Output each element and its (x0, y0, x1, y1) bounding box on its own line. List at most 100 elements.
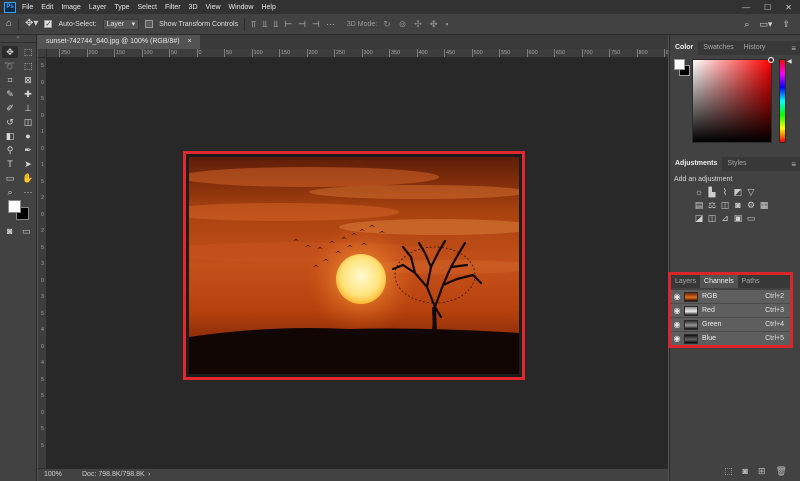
brightness-contrast-icon[interactable]: ☼ (694, 187, 704, 197)
tab-history[interactable]: History (739, 41, 771, 55)
exposure-icon[interactable]: ◩ (733, 187, 743, 197)
workspace-icon[interactable]: ▭▾ (759, 19, 772, 30)
align-right-icon[interactable]: ⊣ (312, 19, 320, 30)
new-channel-icon[interactable]: ⊞ (758, 466, 766, 477)
home-icon[interactable]: ⌂ (6, 19, 12, 29)
eraser-tool-icon[interactable]: ◫ (20, 116, 36, 128)
toolbar-grip[interactable]: » (0, 35, 36, 43)
3d-roll-icon[interactable]: ⊚ (399, 19, 407, 30)
auto-select-checkbox[interactable] (44, 20, 53, 28)
maximize-button[interactable]: ☐ (764, 3, 771, 12)
hue-slider-handle-icon[interactable]: ◀ (787, 58, 792, 65)
horizontal-ruler[interactable]: 250 200 150 100 50 0 50 100 150 200 250 300 350 400 45… (47, 49, 668, 58)
panel-menu-icon[interactable]: ≡ (791, 160, 796, 169)
search-icon[interactable]: ⌕ (744, 19, 749, 30)
align-hcenter-icon[interactable]: ⊣ (298, 19, 306, 30)
zoom-tool-icon[interactable]: ⌕ (2, 186, 18, 198)
menu-file[interactable]: File (22, 4, 33, 11)
color-picker-field[interactable] (692, 59, 772, 143)
menu-3d[interactable]: 3D (189, 4, 198, 11)
frame-tool-icon[interactable]: ⊠ (20, 74, 36, 86)
align-bottom-icon[interactable]: ⫫ (273, 19, 278, 30)
zoom-level[interactable]: 100% (44, 469, 62, 481)
align-left-icon[interactable]: ⊢ (284, 19, 292, 30)
type-tool-icon[interactable]: T (2, 158, 18, 170)
menu-layer[interactable]: Layer (89, 4, 107, 11)
panel-menu-icon[interactable]: ≡ (791, 44, 796, 53)
posterize-icon[interactable]: ◫ (707, 213, 717, 223)
marquee-tool-icon[interactable]: ⬚ (20, 46, 36, 58)
ruler-origin[interactable] (38, 49, 47, 58)
quick-mask-icon[interactable]: ◙ (7, 226, 12, 236)
channel-mixer-icon[interactable]: ⚙ (746, 200, 756, 210)
healing-brush-icon[interactable]: ✚ (20, 88, 36, 100)
levels-icon[interactable]: ▙ (707, 187, 717, 197)
align-top-icon[interactable]: ⫪ (251, 19, 256, 30)
pen-tool-icon[interactable]: ✒ (20, 144, 36, 156)
photo-filter-icon[interactable]: ◙ (733, 200, 743, 210)
tab-styles[interactable]: Styles (722, 157, 751, 171)
3d-rotate-icon[interactable]: ↻ (383, 19, 391, 30)
lasso-tool-icon[interactable]: ➰ (2, 60, 18, 72)
object-select-tool-icon[interactable]: ⬚ (20, 60, 36, 72)
invert-icon[interactable]: ◪ (694, 213, 704, 223)
menu-type[interactable]: Type (114, 4, 129, 11)
3d-slide-icon[interactable]: ✤ (430, 19, 438, 30)
3d-scale-icon[interactable]: ▪ (445, 19, 448, 30)
vibrance-icon[interactable]: ▽ (746, 187, 756, 197)
document-tab[interactable]: sunset-742744_640.jpg @ 100% (RGB/8#) × (38, 35, 200, 49)
curves-icon[interactable]: ⌇ (720, 187, 730, 197)
move-tool-preset-icon[interactable]: ✥▾ (25, 19, 38, 29)
hue-slider[interactable] (779, 59, 786, 143)
color-panel-foreground[interactable] (674, 59, 685, 70)
3d-pan-icon[interactable]: ✣ (414, 19, 422, 30)
brush-tool-icon[interactable]: ✐ (2, 102, 18, 114)
menu-image[interactable]: Image (61, 4, 80, 11)
black-white-icon[interactable]: ◫ (720, 200, 730, 210)
hand-tool-icon[interactable]: ✋ (20, 172, 36, 184)
menu-select[interactable]: Select (138, 4, 157, 11)
selective-color-icon[interactable]: ▣ (733, 213, 743, 223)
share-icon[interactable]: ⇪ (782, 19, 790, 30)
gradient-tool-icon[interactable]: ◧ (2, 130, 18, 142)
show-transform-checkbox[interactable] (145, 20, 154, 28)
sunset-photo[interactable] (189, 157, 519, 374)
menu-view[interactable]: View (206, 4, 221, 11)
status-menu-icon[interactable]: › (148, 469, 150, 481)
foreground-color-swatch[interactable] (8, 200, 21, 213)
minimize-button[interactable]: — (742, 3, 750, 12)
color-swatches[interactable] (8, 200, 30, 220)
delete-channel-icon[interactable]: 🗑 (776, 466, 787, 477)
close-tab-icon[interactable]: × (188, 35, 192, 49)
crop-tool-icon[interactable]: ⌗ (2, 74, 18, 86)
load-selection-icon[interactable]: ⬚ (724, 466, 733, 477)
color-picker-marker[interactable] (768, 57, 774, 63)
blur-tool-icon[interactable]: ● (20, 130, 36, 142)
history-brush-icon[interactable]: ↺ (2, 116, 18, 128)
align-vcenter-icon[interactable]: ⫫ (262, 19, 267, 30)
menu-filter[interactable]: Filter (165, 4, 181, 11)
menu-edit[interactable]: Edit (41, 4, 53, 11)
auto-select-target-dropdown[interactable]: Layer (102, 18, 140, 30)
tab-swatches[interactable]: Swatches (698, 41, 738, 55)
clone-stamp-icon[interactable]: ⊥ (20, 102, 36, 114)
more-tools-icon[interactable]: ··· (20, 186, 36, 198)
rectangle-tool-icon[interactable]: ▭ (2, 172, 18, 184)
menu-help[interactable]: Help (261, 4, 275, 11)
gradient-map-icon[interactable]: ▭ (746, 213, 756, 223)
color-lookup-icon[interactable]: ▦ (759, 200, 769, 210)
menu-window[interactable]: Window (229, 4, 254, 11)
screen-mode-icon[interactable]: ▭ (22, 226, 31, 237)
path-select-icon[interactable]: ➤ (20, 158, 36, 170)
dodge-tool-icon[interactable]: ⚲ (2, 144, 18, 156)
hue-saturation-icon[interactable]: ▤ (694, 200, 704, 210)
color-balance-icon[interactable]: ⚖ (707, 200, 717, 210)
tab-color[interactable]: Color (670, 41, 699, 55)
more-options-icon[interactable]: ··· (326, 19, 335, 30)
close-window-button[interactable]: ✕ (785, 3, 792, 12)
threshold-icon[interactable]: ⊿ (720, 213, 730, 223)
move-tool-icon[interactable]: ✥ (2, 46, 18, 58)
eyedropper-tool-icon[interactable]: ✎ (2, 88, 18, 100)
tab-adjustments[interactable]: Adjustments (670, 157, 723, 171)
vertical-ruler[interactable]: 5 0 5 0 1 0 1 5 2 0 2 5 3 0 3 5 4 0 4 5 5 0 5 5 (38, 58, 47, 468)
